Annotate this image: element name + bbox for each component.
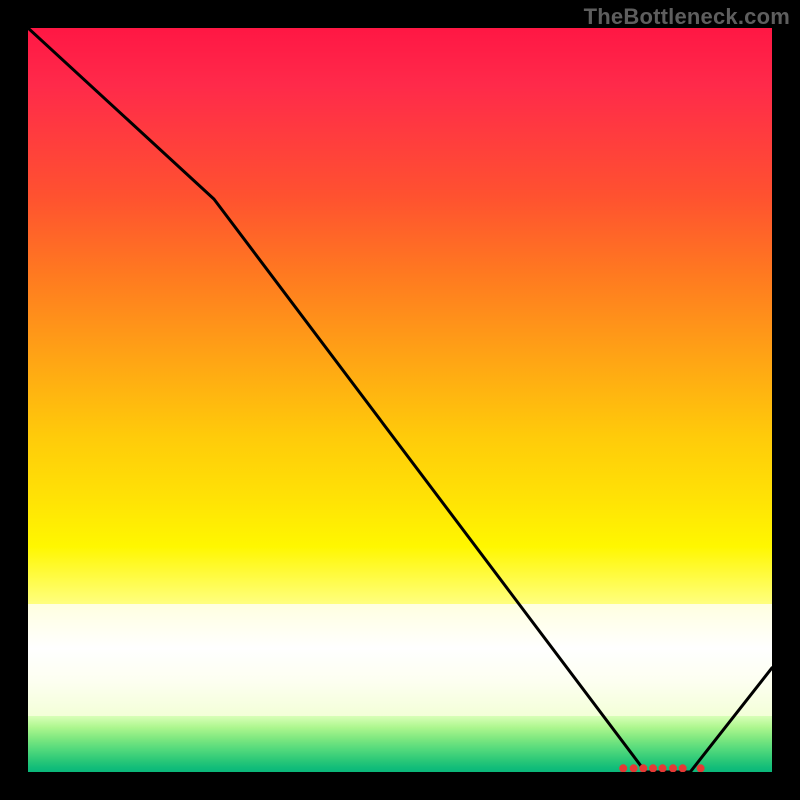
marker-dot [669,764,677,772]
marker-dot [697,764,705,772]
plot-area [28,28,772,772]
marker-dot [630,764,638,772]
curve-layer [28,28,772,772]
chart-frame: TheBottleneck.com [0,0,800,800]
bottleneck-curve [28,28,772,772]
marker-dot [639,764,647,772]
watermark-text: TheBottleneck.com [584,4,790,30]
marker-dot [619,764,627,772]
marker-dot [659,764,667,772]
marker-dot [649,764,657,772]
marker-dot [679,764,687,772]
